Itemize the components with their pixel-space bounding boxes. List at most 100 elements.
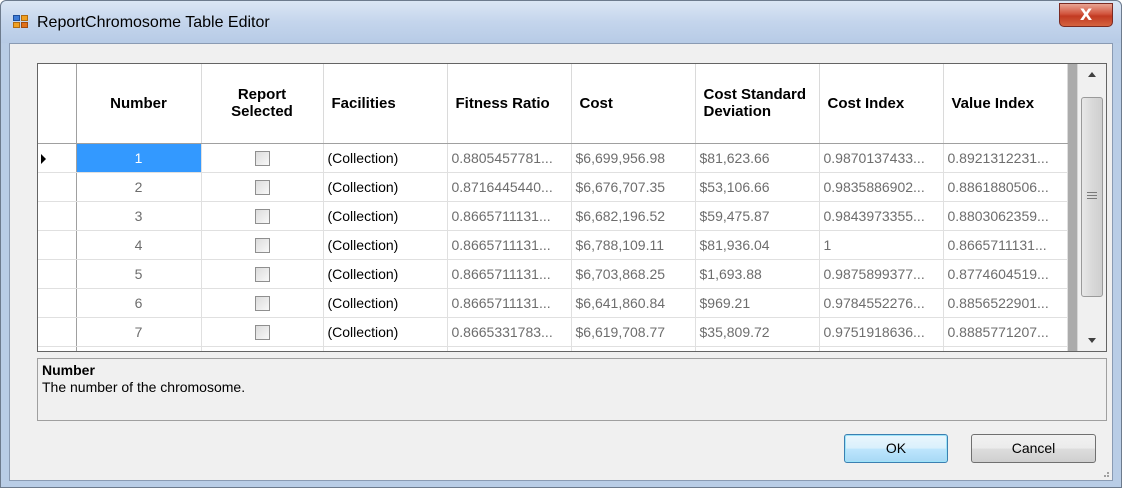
scroll-down-button[interactable] [1078,329,1106,351]
column-header-facilities[interactable]: Facilities [323,64,448,144]
table-row[interactable]: 7 (Collection) 0.8665331783... $6,619,708.7… [38,317,1068,347]
row-header[interactable] [38,201,77,231]
fitness-ratio-cell[interactable]: 0.8665711131... [447,201,572,231]
cost-std-dev-cell[interactable]: $53,106.66 [695,172,820,202]
column-header-cost-index[interactable]: Cost Index [819,64,944,144]
partial-cell [76,346,202,351]
row-header-corner [38,64,77,144]
cost-index-cell[interactable]: 0.9751918636... [819,317,944,347]
fitness-ratio-cell[interactable]: 0.8665331783... [447,317,572,347]
partial-cell [38,346,77,351]
data-grid[interactable]: Number Report Selected Facilities Fitnes… [37,63,1107,352]
number-cell[interactable]: 6 [76,288,202,318]
cost-cell[interactable]: $6,641,860.84 [571,288,696,318]
number-cell[interactable]: 5 [76,259,202,289]
fitness-ratio-cell[interactable]: 0.8665711131... [447,230,572,260]
grid-body: 1 (Collection) 0.8805457781... $6,699,956.9… [38,143,1068,351]
cost-index-cell[interactable]: 0.9784552276... [819,288,944,318]
facilities-cell[interactable]: (Collection) [323,288,448,318]
value-index-cell[interactable]: 0.8803062359... [943,201,1068,231]
cost-std-dev-cell[interactable]: $969.21 [695,288,820,318]
cost-index-cell[interactable]: 0.9875899377... [819,259,944,289]
cost-index-cell[interactable]: 0.9870137433... [819,143,944,173]
table-row[interactable]: 2 (Collection) 0.8716445440... $6,676,707.3… [38,172,1068,202]
cancel-button[interactable]: Cancel [971,434,1096,463]
ok-button[interactable]: OK [844,434,948,463]
cost-std-dev-cell[interactable]: $59,475.87 [695,201,820,231]
row-header[interactable] [38,230,77,260]
number-cell[interactable]: 4 [76,230,202,260]
row-header[interactable] [38,172,77,202]
row-header[interactable] [38,259,77,289]
report-selected-cell [201,288,324,318]
partial-cell [943,346,1068,351]
title-bar[interactable]: ReportChromosome Table Editor X [1,1,1121,43]
scroll-up-button[interactable] [1078,64,1106,86]
value-index-cell[interactable]: 0.8774604519... [943,259,1068,289]
cost-cell[interactable]: $6,682,196.52 [571,201,696,231]
report-selected-checkbox[interactable] [254,295,270,311]
number-cell[interactable]: 2 [76,172,202,202]
cost-cell[interactable]: $6,619,708.77 [571,317,696,347]
column-header-number[interactable]: Number [76,64,202,144]
number-cell[interactable]: 7 [76,317,202,347]
column-header-report-selected[interactable]: Report Selected [201,64,324,144]
facilities-cell[interactable]: (Collection) [323,259,448,289]
cost-cell[interactable]: $6,699,956.98 [571,143,696,173]
number-cell[interactable]: 3 [76,201,202,231]
cost-index-cell[interactable]: 0.9843973355... [819,201,944,231]
cost-index-cell[interactable]: 0.9835886902... [819,172,944,202]
value-index-cell[interactable]: 0.8921312231... [943,143,1068,173]
row-header[interactable] [38,143,77,173]
cost-std-dev-cell[interactable]: $81,623.66 [695,143,820,173]
column-header-fitness-ratio[interactable]: Fitness Ratio [447,64,572,144]
facilities-cell[interactable]: (Collection) [323,201,448,231]
partial-cell [447,346,572,351]
table-row[interactable]: 6 (Collection) 0.8665711131... $6,641,860.8… [38,288,1068,318]
fitness-ratio-cell[interactable]: 0.8665711131... [447,288,572,318]
fitness-ratio-cell[interactable]: 0.8805457781... [447,143,572,173]
report-selected-checkbox[interactable] [254,150,270,166]
report-selected-checkbox[interactable] [254,237,270,253]
report-selected-checkbox[interactable] [254,208,270,224]
table-row[interactable]: 1 (Collection) 0.8805457781... $6,699,956.9… [38,143,1068,173]
cost-index-cell[interactable]: 1 [819,230,944,260]
table-row[interactable]: 4 (Collection) 0.8665711131... $6,788,109.1… [38,230,1068,260]
fitness-ratio-cell[interactable]: 0.8716445440... [447,172,572,202]
column-header-value-index[interactable]: Value Index [943,64,1068,144]
row-header[interactable] [38,288,77,318]
facilities-cell[interactable]: (Collection) [323,317,448,347]
scroll-thumb[interactable] [1081,97,1103,297]
partial-cell [201,346,324,351]
cost-cell[interactable]: $6,788,109.11 [571,230,696,260]
cost-std-dev-cell[interactable]: $81,936.04 [695,230,820,260]
vertical-scrollbar[interactable] [1077,64,1106,351]
value-index-cell[interactable]: 0.8885771207... [943,317,1068,347]
fitness-ratio-cell[interactable]: 0.8665711131... [447,259,572,289]
facilities-cell[interactable]: (Collection) [323,143,448,173]
report-selected-cell [201,201,324,231]
number-cell[interactable]: 1 [76,143,202,173]
current-row-arrow-icon [41,153,46,164]
grip-line-icon [1087,192,1097,193]
resize-grip-icon[interactable] [1100,468,1110,478]
partial-cell [819,346,944,351]
facilities-cell[interactable]: (Collection) [323,172,448,202]
close-button[interactable]: X [1059,3,1113,27]
cost-std-dev-cell[interactable]: $35,809.72 [695,317,820,347]
facilities-cell[interactable]: (Collection) [323,230,448,260]
cost-std-dev-cell[interactable]: $1,693.88 [695,259,820,289]
table-row[interactable]: 5 (Collection) 0.8665711131... $6,703,868.2… [38,259,1068,289]
cost-cell[interactable]: $6,676,707.35 [571,172,696,202]
report-selected-checkbox[interactable] [254,266,270,282]
row-header[interactable] [38,317,77,347]
value-index-cell[interactable]: 0.8665711131... [943,230,1068,260]
cost-cell[interactable]: $6,703,868.25 [571,259,696,289]
column-header-cost-std-dev[interactable]: Cost Standard Deviation [695,64,820,144]
column-header-cost[interactable]: Cost [571,64,696,144]
report-selected-checkbox[interactable] [254,324,270,340]
table-row[interactable]: 3 (Collection) 0.8665711131... $6,682,196.5… [38,201,1068,231]
value-index-cell[interactable]: 0.8856522901... [943,288,1068,318]
report-selected-checkbox[interactable] [254,179,270,195]
value-index-cell[interactable]: 0.8861880506... [943,172,1068,202]
